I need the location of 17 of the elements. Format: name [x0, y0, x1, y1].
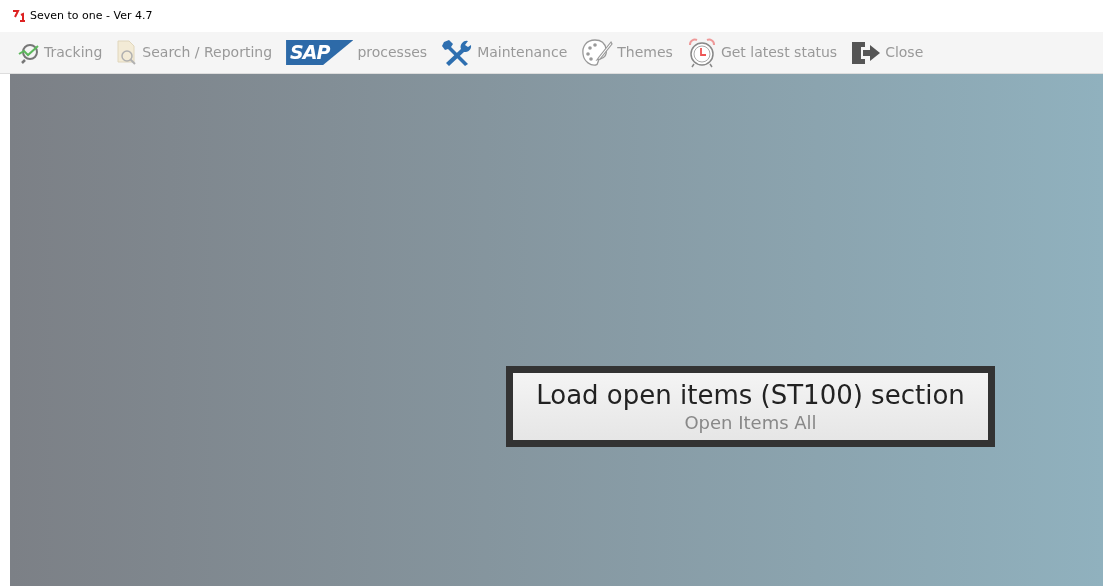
toolbar-button[interactable]: Get latest status: [686, 36, 838, 69]
alarm-clock-icon: [686, 36, 717, 69]
exit-door-icon: [851, 40, 882, 65]
dialog-subtitle: Open Items All: [684, 411, 817, 434]
toolbar-button[interactable]: Search / Reporting: [116, 39, 273, 66]
toolbar-button[interactable]: Close: [851, 40, 924, 65]
sap-logo: SAP: [286, 40, 354, 65]
dialog-title: Load open items (ST100) section: [536, 379, 965, 412]
palette-brush-icon: [581, 37, 614, 68]
toolbar-button[interactable]: SAP processes: [286, 40, 428, 65]
tools-icon: [441, 38, 474, 67]
toolbar-button[interactable]: Tracking: [18, 41, 103, 64]
toolbar-button[interactable]: Maintenance: [441, 38, 568, 67]
magnifier-chart-icon: [18, 41, 40, 64]
app-logo-icon: [12, 10, 26, 22]
window-title: Seven to one - Ver 4.7: [30, 7, 153, 24]
toolbar-button[interactable]: Themes: [581, 37, 673, 68]
